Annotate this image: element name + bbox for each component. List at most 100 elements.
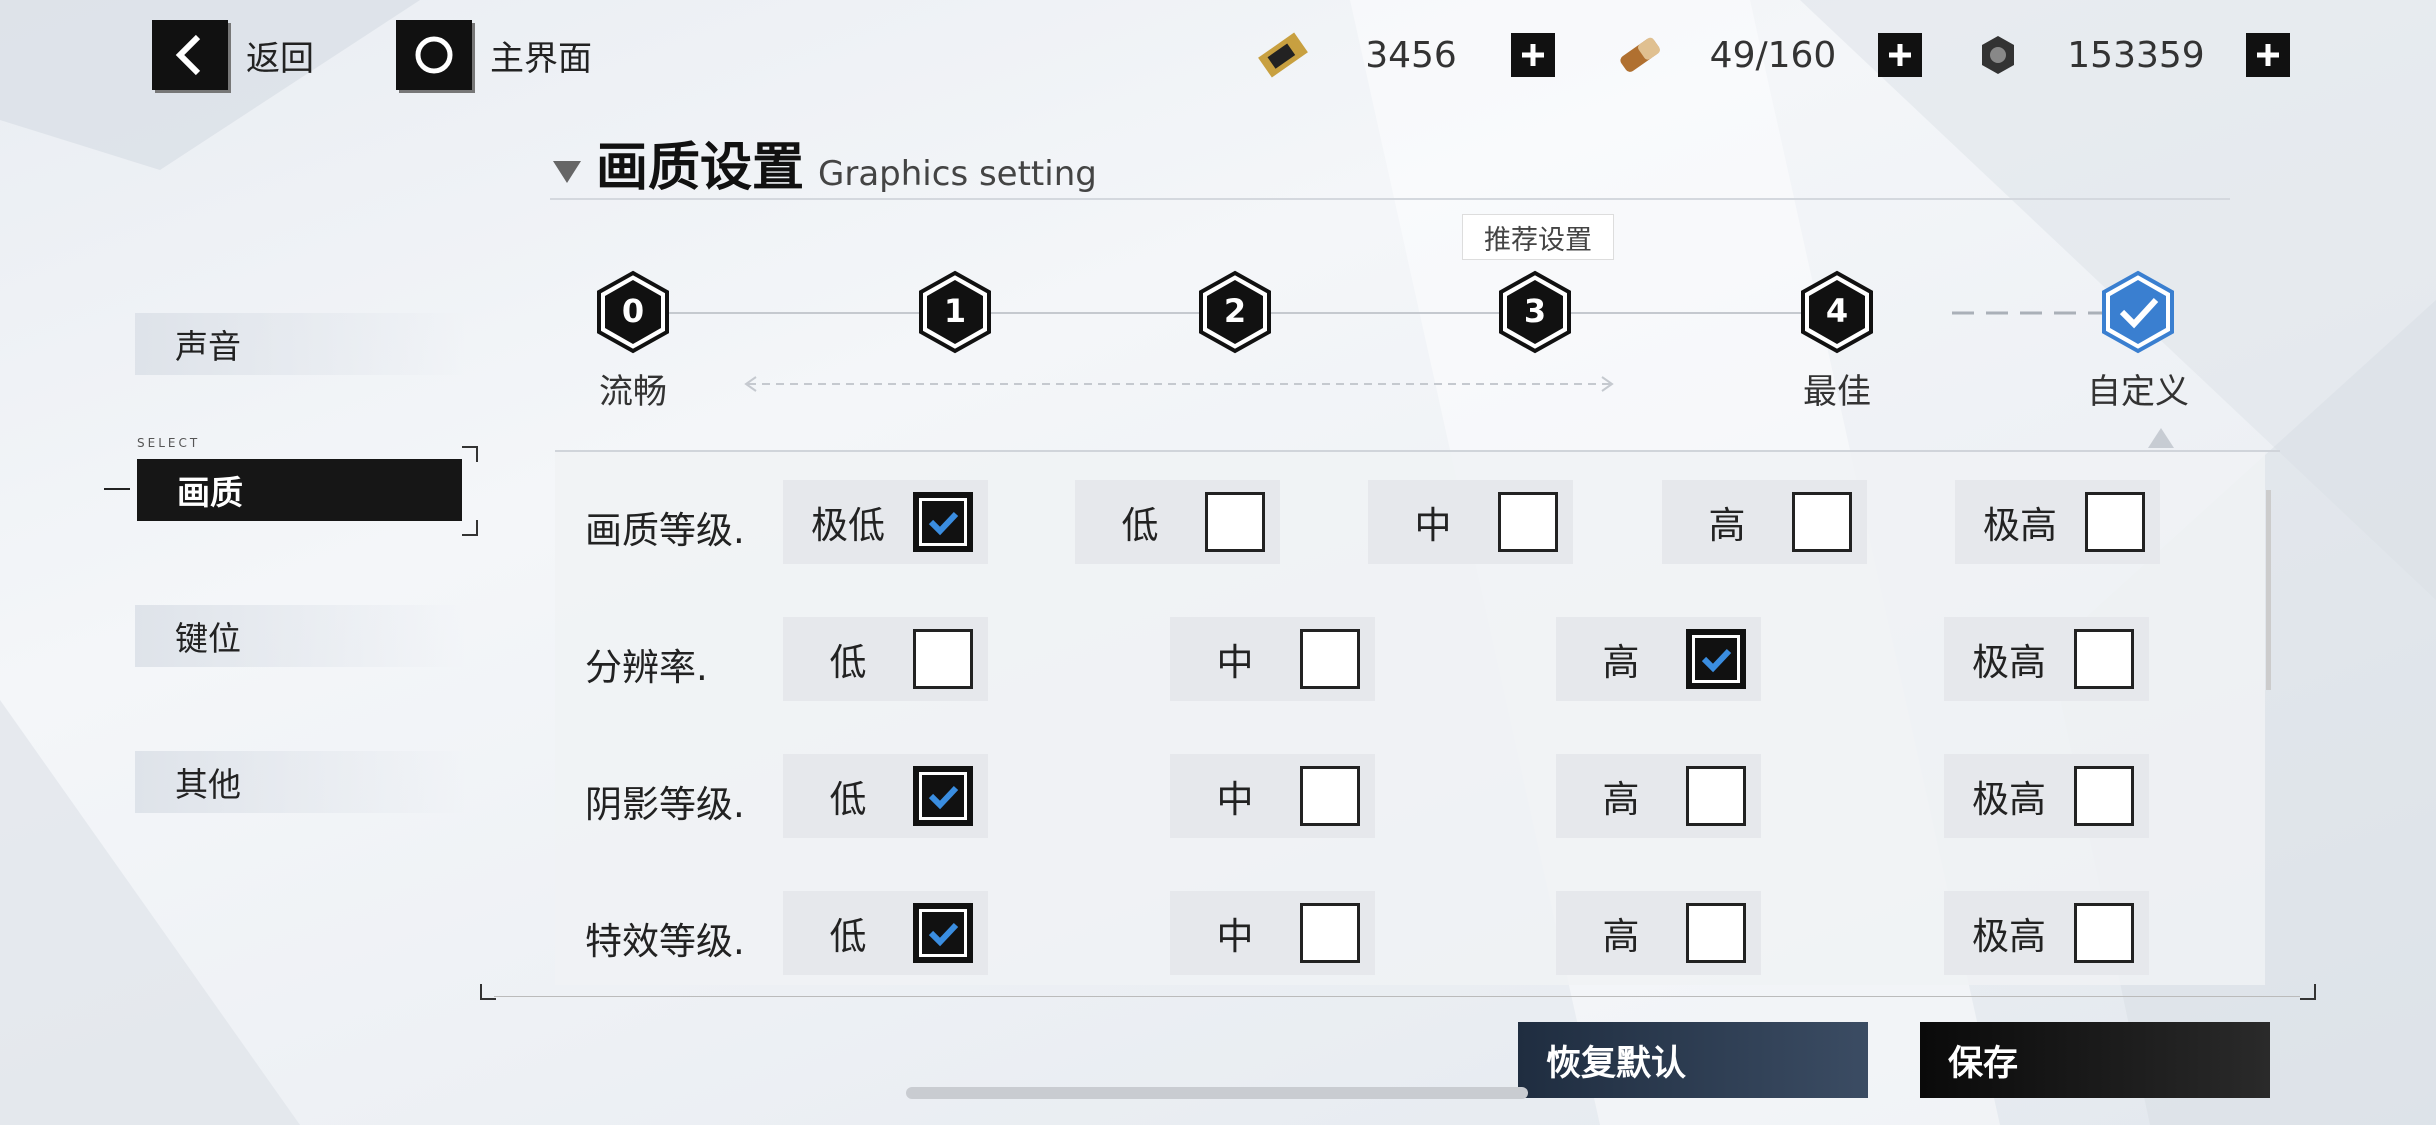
setting-option[interactable]: 极高 — [1955, 480, 2160, 564]
title-en: Graphics setting — [818, 154, 1097, 194]
preset-label: 自定义 — [2087, 372, 2189, 412]
setting-option[interactable]: 高 — [1556, 617, 1761, 701]
option-label: 中 — [1216, 778, 1254, 821]
ticket-count: 3456 — [1365, 34, 1457, 76]
option-label: 中 — [1414, 504, 1452, 547]
sidebar-item-graphics[interactable]: 画质 — [137, 459, 462, 521]
option-label: 低 — [829, 641, 867, 684]
select-pointer — [104, 488, 130, 490]
gear-count: 153359 — [2067, 34, 2205, 76]
chevron-left-icon — [152, 20, 228, 90]
option-label: 极高 — [1983, 504, 2057, 547]
option-checkbox[interactable] — [913, 766, 973, 826]
setting-option[interactable]: 中 — [1170, 617, 1375, 701]
setting-option[interactable]: 极高 — [1944, 617, 2149, 701]
sidebar-item-sound[interactable]: 声音 — [135, 313, 465, 375]
option-checkbox[interactable] — [1686, 766, 1746, 826]
select-tag: SELECT — [137, 436, 201, 450]
preset-number: 4 — [1825, 292, 1849, 330]
option-label: 极低 — [811, 504, 885, 547]
setting-option[interactable]: 极高 — [1944, 891, 2149, 975]
setting-option[interactable]: 极高 — [1944, 754, 2149, 838]
setting-option[interactable]: 极低 — [783, 480, 988, 564]
back-button[interactable]: 返回 — [152, 20, 314, 90]
option-checkbox[interactable] — [1205, 492, 1265, 552]
preset-level-2[interactable]: 2 — [1160, 270, 1310, 364]
option-label: 中 — [1216, 641, 1254, 684]
setting-option[interactable]: 高 — [1662, 480, 1867, 564]
option-label: 低 — [829, 778, 867, 821]
page-title: 画质设置 Graphics setting — [550, 125, 1097, 200]
panel-scrollbar[interactable] — [2266, 490, 2271, 690]
setting-option[interactable]: 中 — [1368, 480, 1573, 564]
option-checkbox[interactable] — [913, 629, 973, 689]
option-checkbox[interactable] — [1686, 903, 1746, 963]
save-button[interactable]: 保存 — [1920, 1022, 2270, 1098]
setting-option[interactable]: 高 — [1556, 754, 1761, 838]
preset-level-1[interactable]: 1 — [880, 270, 1030, 364]
preset-custom[interactable]: 自定义 — [2063, 270, 2213, 413]
option-checkbox[interactable] — [1498, 492, 1558, 552]
setting-option[interactable]: 低 — [783, 617, 988, 701]
option-checkbox[interactable] — [1686, 629, 1746, 689]
sidebar-item-other[interactable]: 其他 — [135, 751, 465, 813]
sidebar-item-keybind[interactable]: 键位 — [135, 605, 465, 667]
option-checkbox[interactable] — [1300, 629, 1360, 689]
setting-option[interactable]: 中 — [1170, 754, 1375, 838]
check-icon — [1701, 648, 1732, 673]
selection-bracket — [462, 446, 478, 462]
preset-level-0[interactable]: 0 流畅 — [558, 270, 708, 413]
option-label: 高 — [1708, 504, 1746, 547]
triangle-down-icon — [553, 161, 581, 183]
option-label: 极高 — [1972, 778, 2046, 821]
home-label: 主界面 — [490, 38, 592, 79]
option-checkbox[interactable] — [1300, 766, 1360, 826]
option-label: 低 — [829, 915, 867, 958]
check-icon — [928, 511, 959, 536]
gear-icon — [1982, 36, 2014, 74]
option-checkbox[interactable] — [1300, 903, 1360, 963]
preset-label: 最佳 — [1803, 372, 1871, 412]
setting-option[interactable]: 低 — [783, 754, 988, 838]
setting-option[interactable]: 中 — [1170, 891, 1375, 975]
option-label: 低 — [1121, 504, 1159, 547]
panel-corner — [2300, 984, 2316, 1000]
setting-option[interactable]: 高 — [1556, 891, 1761, 975]
setting-row-label: 特效等级. — [585, 920, 745, 963]
preset-track — [634, 311, 2120, 392]
horizontal-scrollbar[interactable] — [906, 1087, 1528, 1099]
add-gear-button[interactable] — [2246, 33, 2290, 77]
reset-label: 恢复默认 — [1546, 1043, 1687, 1084]
preset-number: 1 — [943, 292, 967, 330]
option-checkbox[interactable] — [913, 903, 973, 963]
option-checkbox[interactable] — [2074, 903, 2134, 963]
ticket-icon — [1258, 32, 1308, 78]
option-checkbox[interactable] — [2085, 492, 2145, 552]
add-ticket-button[interactable] — [1511, 33, 1555, 77]
home-button[interactable]: 主界面 — [396, 20, 592, 90]
option-checkbox[interactable] — [2074, 629, 2134, 689]
resource-stamina: 49/160 — [1612, 28, 1922, 82]
panel-corner — [480, 984, 496, 1000]
selection-bracket — [462, 520, 478, 536]
circle-home-icon — [396, 20, 472, 90]
option-checkbox[interactable] — [1792, 492, 1852, 552]
sidebar-item-label: 声音 — [175, 327, 241, 366]
setting-row-label: 分辨率. — [585, 646, 708, 689]
reset-default-button[interactable]: 恢复默认 — [1518, 1022, 1868, 1098]
preset-level-4[interactable]: 4 最佳 — [1762, 270, 1912, 413]
preset-level-3[interactable]: 3 — [1460, 270, 1610, 364]
preset-number: 0 — [621, 292, 645, 330]
panel-bottom-line — [494, 996, 2300, 997]
panel-divider — [555, 450, 2280, 452]
setting-option[interactable]: 低 — [1075, 480, 1280, 564]
setting-option[interactable]: 低 — [783, 891, 988, 975]
recommend-tag: 推荐设置 — [1462, 214, 1614, 260]
title-divider — [550, 198, 2230, 200]
preset-number: 2 — [1223, 292, 1247, 330]
option-checkbox[interactable] — [2074, 766, 2134, 826]
option-checkbox[interactable] — [913, 492, 973, 552]
setting-row-label: 画质等级. — [585, 509, 745, 552]
add-stamina-button[interactable] — [1878, 33, 1922, 77]
stamina-count: 49/160 — [1709, 34, 1837, 76]
